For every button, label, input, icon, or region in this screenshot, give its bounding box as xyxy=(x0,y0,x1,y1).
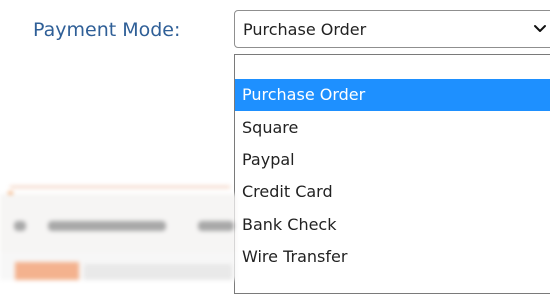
blurred-background-page xyxy=(0,184,236,280)
blurred-tab-placeholder xyxy=(48,221,166,231)
payment-mode-dropdown-list: Purchase Order Square Paypal Credit Card… xyxy=(234,54,550,294)
blurred-tab-placeholder xyxy=(14,221,26,231)
blurred-tab-placeholder xyxy=(198,221,234,231)
payment-mode-selected-value: Purchase Order xyxy=(243,20,367,39)
dropdown-option-bank-check[interactable]: Bank Check xyxy=(235,209,550,241)
dropdown-option-blank[interactable] xyxy=(235,55,550,79)
dropdown-option-credit-card[interactable]: Credit Card xyxy=(235,176,550,208)
dropdown-option-purchase-order[interactable]: Purchase Order xyxy=(235,79,550,111)
chevron-down-icon xyxy=(534,25,546,32)
dropdown-option-paypal[interactable]: Paypal xyxy=(235,144,550,176)
payment-mode-select[interactable]: Purchase Order xyxy=(234,10,550,48)
blurred-gray-bar xyxy=(84,264,232,280)
blurred-top-divider xyxy=(10,186,230,188)
blurred-orange-strip xyxy=(15,262,79,280)
dropdown-option-wire-transfer[interactable]: Wire Transfer xyxy=(235,241,550,273)
dropdown-option-square[interactable]: Square xyxy=(235,112,550,144)
blurred-footer-area xyxy=(0,252,236,280)
blurred-tab-bar xyxy=(0,194,236,252)
payment-mode-label: Payment Mode: xyxy=(33,19,181,41)
